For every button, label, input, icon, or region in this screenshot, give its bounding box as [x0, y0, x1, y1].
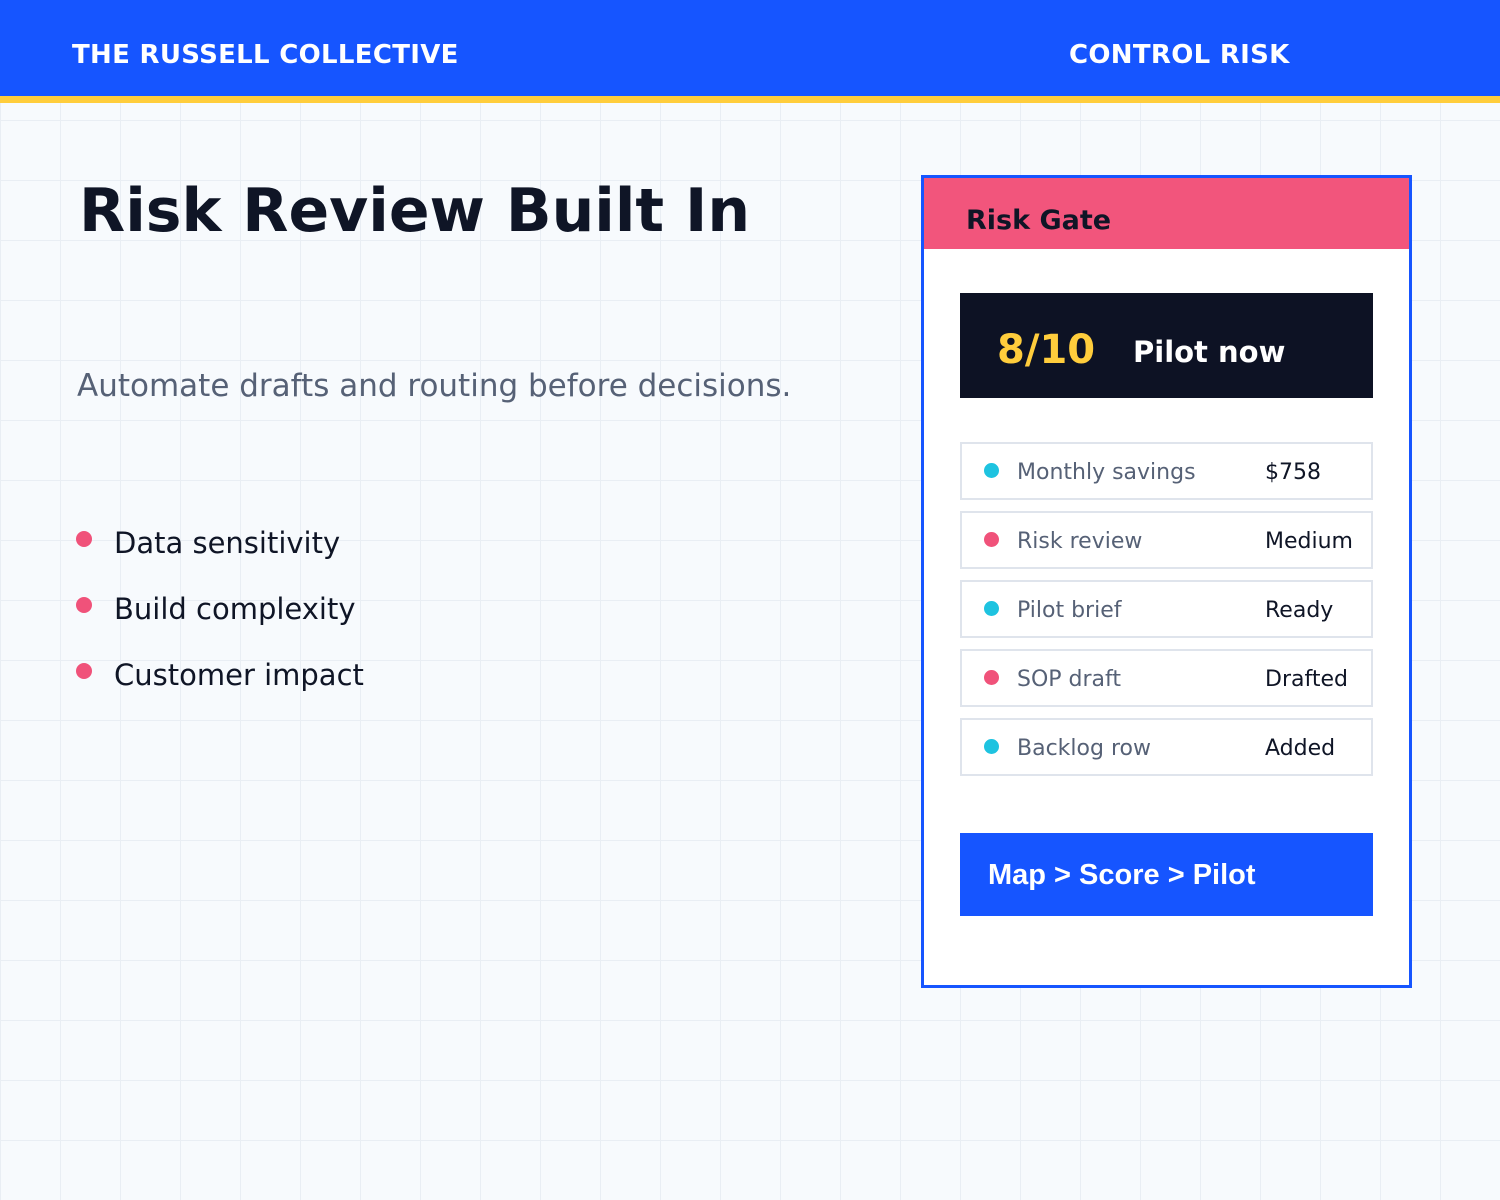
brand-name: THE RUSSELL COLLECTIVE	[72, 40, 459, 70]
verdict-text: Pilot now	[1133, 335, 1286, 369]
status-dot-icon	[984, 739, 999, 754]
list-item: Build complexity	[76, 576, 364, 642]
status-dot-icon	[984, 463, 999, 478]
risk-gate-card: Risk Gate 8/10 Pilot now Monthly savings…	[921, 175, 1412, 988]
page-subtitle: Automate drafts and routing before decis…	[77, 368, 792, 404]
metric-value: Drafted	[1265, 667, 1348, 692]
card-title: Risk Gate	[966, 205, 1112, 236]
metric-row: Backlog row Added	[960, 718, 1373, 776]
page-title: Risk Review Built In	[79, 176, 751, 246]
metric-label: Backlog row	[1017, 736, 1151, 761]
risk-score: 8/10	[997, 327, 1096, 373]
metric-label: Risk review	[1017, 529, 1143, 554]
map-score-pilot-button[interactable]: Map > Score > Pilot	[960, 833, 1373, 916]
bullet-dot-icon	[76, 597, 92, 613]
status-dot-icon	[984, 670, 999, 685]
bullet-dot-icon	[76, 531, 92, 547]
metric-label: Monthly savings	[1017, 460, 1196, 485]
list-item: Customer impact	[76, 642, 364, 708]
metric-row: SOP draft Drafted	[960, 649, 1373, 707]
action-button-label: Map > Score > Pilot	[988, 859, 1256, 891]
metric-value: Added	[1265, 736, 1336, 761]
bullet-text: Build complexity	[114, 592, 356, 626]
metric-label: SOP draft	[1017, 667, 1122, 692]
metric-value: Medium	[1265, 529, 1353, 554]
bullet-dot-icon	[76, 663, 92, 679]
metric-value: $758	[1265, 460, 1321, 485]
bullet-text: Data sensitivity	[114, 526, 341, 560]
top-header-bar: THE RUSSELL COLLECTIVE CONTROL RISK	[0, 0, 1500, 103]
metric-value: Ready	[1265, 598, 1334, 623]
score-panel: 8/10 Pilot now	[960, 293, 1373, 398]
bullet-text: Customer impact	[114, 658, 364, 692]
metric-row: Pilot brief Ready	[960, 580, 1373, 638]
status-dot-icon	[984, 601, 999, 616]
card-header: Risk Gate	[924, 178, 1409, 249]
metric-list: Monthly savings $758 Risk review Medium …	[960, 442, 1373, 787]
bullet-list: Data sensitivity Build complexity Custom…	[76, 510, 364, 708]
metric-row: Monthly savings $758	[960, 442, 1373, 500]
metric-row: Risk review Medium	[960, 511, 1373, 569]
status-dot-icon	[984, 532, 999, 547]
section-label: CONTROL RISK	[1069, 40, 1290, 70]
metric-label: Pilot brief	[1017, 598, 1122, 623]
list-item: Data sensitivity	[76, 510, 364, 576]
